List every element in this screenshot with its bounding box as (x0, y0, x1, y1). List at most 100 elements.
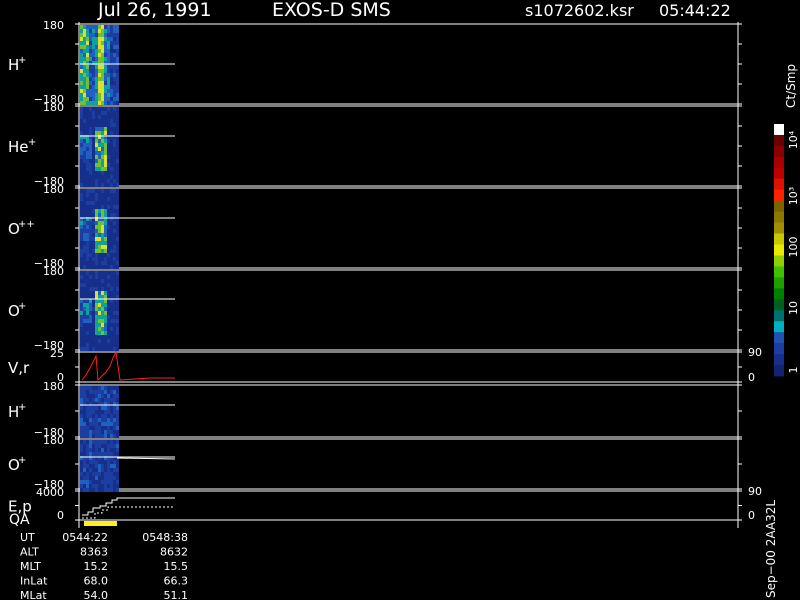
heatmap-cell (110, 468, 113, 472)
heatmap-cell (107, 468, 110, 472)
heatmap-cell (101, 193, 104, 197)
heatmap-cell (86, 287, 89, 291)
heatmap-cell (80, 271, 83, 275)
heatmap-cell (86, 253, 89, 257)
heatmap-cell (95, 390, 98, 394)
heatmap-cell (83, 484, 86, 488)
heatmap-cell (80, 323, 83, 327)
heatmap-cell (83, 480, 86, 484)
heatmap-cell (98, 257, 101, 261)
heatmap-cell (98, 249, 101, 253)
heatmap-cell (113, 339, 116, 343)
heatmap-cell (80, 295, 83, 299)
heatmap-cell (107, 303, 110, 307)
heatmap-cell (104, 97, 107, 101)
heatmap-cell (92, 221, 95, 225)
heatmap-cell (116, 307, 119, 311)
heatmap-cell (101, 41, 104, 45)
heatmap-cell (104, 41, 107, 45)
heatmap-cell (113, 422, 116, 426)
heatmap-cell (110, 460, 113, 464)
velocity-trace (81, 350, 175, 382)
heatmap-cell (113, 440, 116, 444)
heatmap-cell (89, 73, 92, 77)
heatmap-cell (113, 163, 116, 167)
heatmap-cell (116, 472, 119, 476)
heatmap-cell (86, 213, 89, 217)
heatmap-cell (86, 25, 89, 29)
heatmap-cell (89, 237, 92, 241)
heatmap-cell (104, 253, 107, 257)
heatmap-cell (116, 193, 119, 197)
heatmap-cell (104, 115, 107, 119)
heatmap-cell (89, 253, 92, 257)
heatmap-cell (86, 171, 89, 175)
heatmap-cell (86, 444, 89, 448)
heatmap-cell (86, 472, 89, 476)
heatmap-cell (104, 213, 107, 217)
heatmap-cell (110, 97, 113, 101)
heatmap-cell (83, 307, 86, 311)
heatmap-cell (98, 418, 101, 422)
heatmap-cell (113, 327, 116, 331)
heatmap-cell (98, 398, 101, 402)
heatmap-cell (107, 249, 110, 253)
heatmap-cell (95, 89, 98, 93)
heatmap-cell (116, 33, 119, 37)
heatmap-cell (83, 303, 86, 307)
heatmap-cell (110, 229, 113, 233)
colorbar-labels: 10⁴ 10³ 100 10 1 (787, 130, 800, 373)
heatmap-cell (95, 323, 98, 327)
heatmap-cell (110, 426, 113, 430)
heatmap-cell (110, 151, 113, 155)
heatmap-cell (104, 107, 107, 111)
heatmap-cell (113, 279, 116, 283)
heatmap-cell (98, 327, 101, 331)
heatmap-cell (80, 65, 83, 69)
heatmap-cell (98, 390, 101, 394)
heatmap-cell (116, 390, 119, 394)
heatmap-cell (89, 41, 92, 45)
heatmap-cell (101, 430, 104, 434)
heatmap-cell (89, 249, 92, 253)
heatmap-cell (89, 398, 92, 402)
heatmap-cell (83, 25, 86, 29)
heatmap-cell (113, 390, 116, 394)
heatmap-cell (110, 410, 113, 414)
heatmap-cell (92, 418, 95, 422)
heatmap-cell (107, 143, 110, 147)
heatmap-cell (113, 488, 116, 492)
heatmap-cell (101, 295, 104, 299)
heatmap-cell (110, 339, 113, 343)
heatmap-cell (86, 29, 89, 33)
heatmap-cell (83, 299, 86, 303)
heatmap-cell (113, 476, 116, 480)
colorbar-cell (774, 310, 784, 322)
heatmap-cell (116, 394, 119, 398)
heatmap-cell (92, 307, 95, 311)
heatmap-cell (107, 101, 110, 105)
heatmap-cell (113, 426, 116, 430)
heatmap-cell (98, 183, 101, 187)
heatmap-cell (92, 444, 95, 448)
heatmap-cell (80, 213, 83, 217)
heatmap-cell (92, 434, 95, 438)
heatmap-cell (95, 434, 98, 438)
heatmap-cell (110, 163, 113, 167)
heatmap-cell (95, 464, 98, 468)
heatmap-cell (92, 229, 95, 233)
heatmap-cell (89, 390, 92, 394)
heatmap-cell (86, 303, 89, 307)
heatmap-cell (89, 319, 92, 323)
heatmap-cell (104, 299, 107, 303)
heatmap-cell (116, 460, 119, 464)
heatmap-cell (83, 233, 86, 237)
heatmap-cell (83, 245, 86, 249)
heatmap-cell (104, 327, 107, 331)
heatmap-cell (101, 339, 104, 343)
colorbar-label: 10³ (787, 187, 800, 205)
heatmap-cell (92, 123, 95, 127)
heatmap-cell (92, 159, 95, 163)
heatmap-cell (101, 93, 104, 97)
heatmap-cell (113, 265, 116, 269)
